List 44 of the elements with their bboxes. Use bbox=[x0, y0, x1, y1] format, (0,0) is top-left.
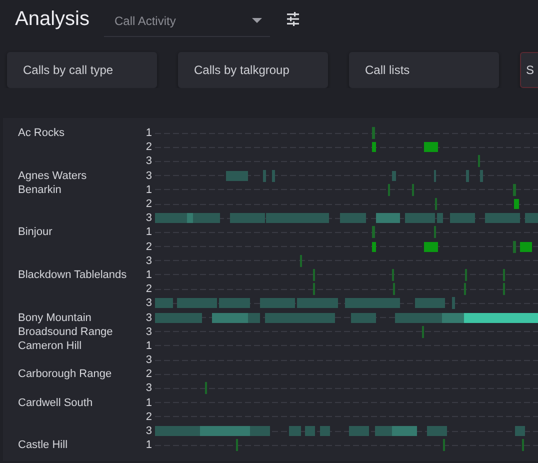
site-name: Cardwell South bbox=[17, 396, 94, 409]
report-button[interactable]: S bbox=[520, 52, 538, 88]
site-name: Cameron Hill bbox=[17, 340, 83, 352]
site-name: Blackdown Tablelands bbox=[17, 268, 128, 281]
site-name: Benarkin bbox=[17, 184, 62, 196]
channel-number: 1 bbox=[144, 184, 152, 196]
channel-number: 2 bbox=[144, 198, 152, 210]
channel-number: 3 bbox=[144, 155, 152, 168]
activity-strip-drawing bbox=[300, 254, 302, 268]
channel-number: 3 bbox=[144, 382, 152, 394]
channel-number: 1 bbox=[144, 226, 152, 238]
channel-number: 1 bbox=[144, 127, 152, 140]
channel-number: 2 bbox=[144, 368, 152, 380]
channel-number: 3 bbox=[144, 254, 152, 267]
channel-number: 3 bbox=[144, 297, 152, 310]
channel-number: 2 bbox=[144, 141, 152, 154]
site-name: Carborough Range bbox=[17, 368, 113, 380]
report-button[interactable]: Calls by talkgroup bbox=[178, 52, 328, 88]
site-name: Ac Rocks bbox=[17, 127, 66, 140]
channel-number: 1 bbox=[144, 340, 152, 352]
site-name: Binjour bbox=[17, 226, 54, 238]
channel-number: 2 bbox=[144, 283, 152, 296]
channel-number: 3 bbox=[144, 312, 152, 324]
page-title: Analysis bbox=[15, 8, 90, 30]
channel-number: 3 bbox=[144, 425, 152, 438]
site-name: Bony Mountain bbox=[17, 312, 92, 324]
channel-number: 1 bbox=[144, 268, 152, 281]
activity-strip-drawing bbox=[205, 381, 207, 396]
channel-number: 3 bbox=[144, 170, 152, 182]
channel-number: 3 bbox=[144, 354, 152, 366]
channel-number: 2 bbox=[144, 240, 152, 253]
channel-number: 3 bbox=[144, 326, 152, 338]
site-name: Agnes Waters bbox=[17, 170, 88, 182]
filter-settings-icon[interactable] bbox=[286, 12, 300, 26]
view-select[interactable]: Call Activity bbox=[104, 6, 270, 36]
channel-number: 1 bbox=[144, 396, 152, 409]
site-name: Broadsound Range bbox=[17, 326, 114, 338]
site-name: Castle Hill bbox=[17, 439, 69, 452]
channel-number: 3 bbox=[144, 212, 152, 224]
channel-number: 1 bbox=[144, 439, 152, 452]
caret-icon bbox=[252, 18, 262, 24]
report-button[interactable]: Call lists bbox=[349, 52, 499, 88]
channel-number: 2 bbox=[144, 410, 152, 423]
report-button[interactable]: Calls by call type bbox=[7, 52, 157, 88]
